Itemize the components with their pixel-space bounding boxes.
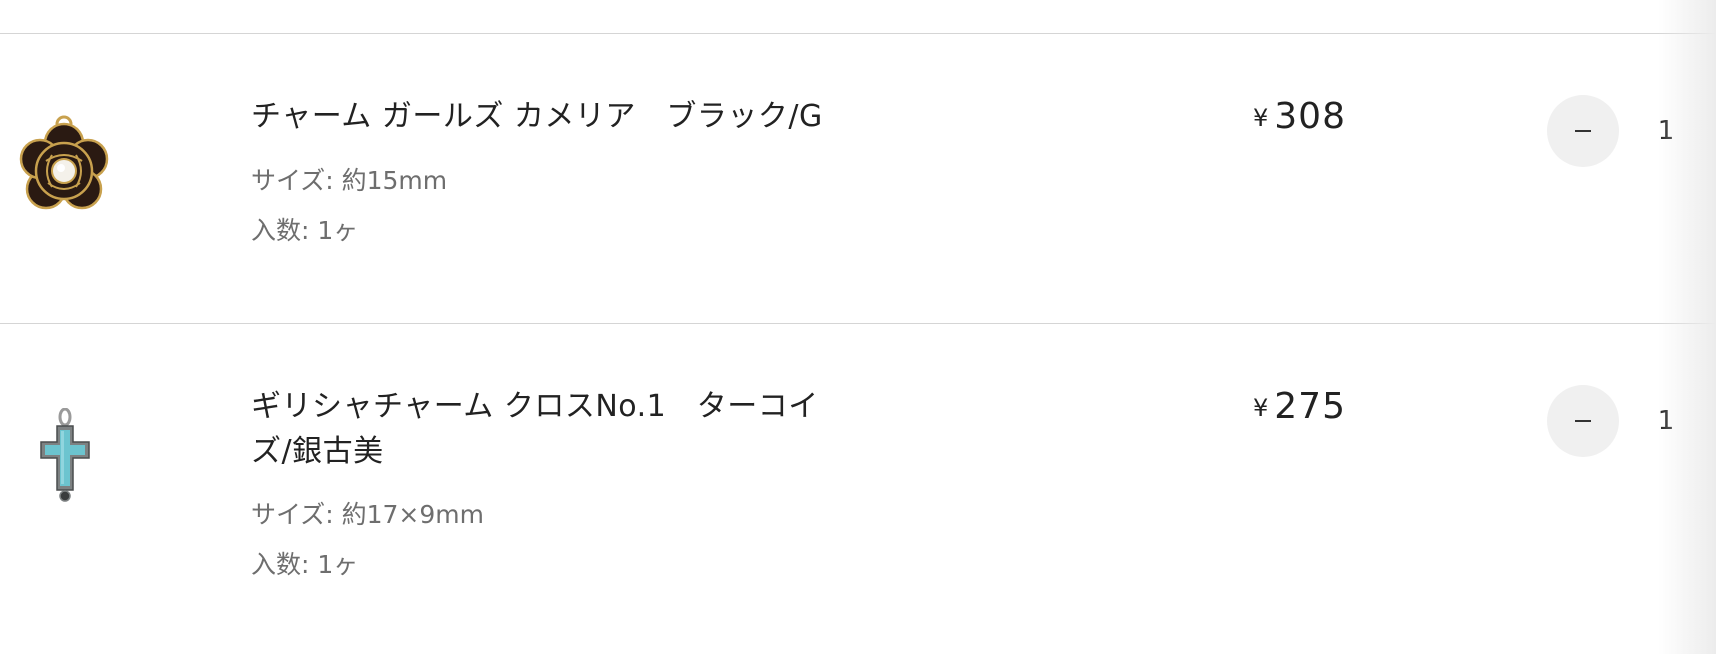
item-count: 入数: 1ヶ [251,550,359,579]
camellia-charm-icon[interactable] [16,113,112,217]
currency-symbol: ¥ [1253,104,1269,132]
decrease-quantity-button[interactable] [1547,95,1619,167]
price-amount: 275 [1274,386,1346,427]
currency-symbol: ¥ [1253,394,1269,422]
scroll-edge-shadow [1658,0,1716,654]
item-count: 入数: 1ヶ [251,216,359,245]
item-size: サイズ: 約17×9mm [251,500,484,529]
item-divider [0,33,1716,34]
minus-icon [1575,130,1591,132]
price-amount: 308 [1274,96,1346,137]
minus-icon [1575,420,1591,422]
item-name[interactable]: チャーム ガールズ カメリア ブラック/G [251,94,851,139]
quantity-value: 1 [1657,116,1675,146]
item-divider [0,323,1716,324]
item-price: ¥275 [1146,386,1346,427]
cart-item-list: チャーム ガールズ カメリア ブラック/G サイズ: 約15mm 入数: 1ヶ … [0,0,1716,654]
quantity-value: 1 [1657,406,1675,436]
item-name[interactable]: ギリシャチャーム クロスNo.1 ターコイズ/銀古美 [251,384,851,474]
item-price: ¥308 [1146,96,1346,137]
turquoise-cross-charm-icon[interactable] [36,408,94,506]
decrease-quantity-button[interactable] [1547,385,1619,457]
item-size: サイズ: 約15mm [251,166,448,195]
